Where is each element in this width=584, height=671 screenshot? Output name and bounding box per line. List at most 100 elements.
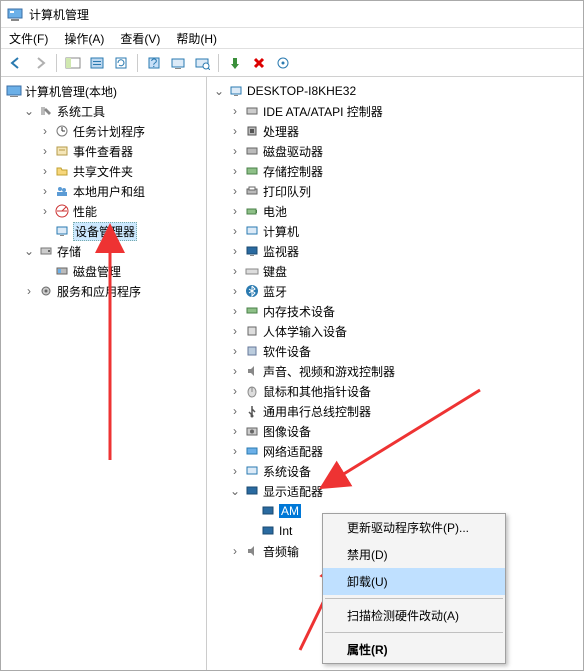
enable-button[interactable] — [224, 52, 246, 74]
cat-print[interactable]: ›打印队列 — [207, 181, 583, 201]
tree-local-users[interactable]: › 本地用户和组 — [1, 181, 206, 201]
cat-sound[interactable]: ›声音、视频和游戏控制器 — [207, 361, 583, 381]
cat-ide[interactable]: ›IDE ATA/ATAPI 控制器 — [207, 101, 583, 121]
chevron-right-icon[interactable]: › — [37, 204, 53, 218]
ctx-update-driver[interactable]: 更新驱动程序软件(P)... — [323, 514, 505, 541]
hid-icon — [243, 323, 261, 339]
separator — [137, 54, 138, 72]
computer-icon — [227, 83, 245, 99]
titlebar: 计算机管理 — [1, 1, 583, 27]
chevron-down-icon[interactable]: ⌄ — [211, 84, 227, 98]
cpu-icon — [243, 123, 261, 139]
cat-computer[interactable]: ›计算机 — [207, 221, 583, 241]
storage-ctrl-icon — [243, 163, 261, 179]
separator — [218, 54, 219, 72]
camera-icon — [243, 423, 261, 439]
tree-performance[interactable]: › 性能 — [1, 201, 206, 221]
menubar: 文件(F) 操作(A) 查看(V) 帮助(H) — [1, 27, 583, 49]
view-devices-button[interactable] — [167, 52, 189, 74]
properties-button[interactable] — [86, 52, 108, 74]
cat-sysdev[interactable]: ›系统设备 — [207, 461, 583, 481]
printer-icon — [243, 183, 261, 199]
speaker-icon — [243, 363, 261, 379]
tree-shared-folders[interactable]: › 共享文件夹 — [1, 161, 206, 181]
ctx-disable[interactable]: 禁用(D) — [323, 541, 505, 568]
cat-mouse[interactable]: ›鼠标和其他指针设备 — [207, 381, 583, 401]
usb-icon — [243, 403, 261, 419]
cat-display[interactable]: ⌄显示适配器 — [207, 481, 583, 501]
display-adapter-icon — [259, 523, 277, 539]
menu-help[interactable]: 帮助(H) — [168, 30, 225, 47]
tree-task-scheduler[interactable]: › 任务计划程序 — [1, 121, 206, 141]
menu-view[interactable]: 查看(V) — [112, 30, 168, 47]
ctx-scan[interactable]: 扫描检测硬件改动(A) — [323, 602, 505, 629]
chevron-right-icon[interactable]: › — [37, 164, 53, 178]
cat-disk[interactable]: ›磁盘驱动器 — [207, 141, 583, 161]
memory-icon — [243, 303, 261, 319]
menu-action[interactable]: 操作(A) — [56, 30, 112, 47]
ctx-properties[interactable]: 属性(R) — [323, 636, 505, 663]
cat-memory[interactable]: ›内存技术设备 — [207, 301, 583, 321]
tree-storage[interactable]: ⌄ 存储 — [1, 241, 206, 261]
chevron-down-icon[interactable]: ⌄ — [227, 484, 243, 498]
bluetooth-icon — [243, 283, 261, 299]
uninstall-button[interactable] — [248, 52, 270, 74]
cat-network[interactable]: ›网络适配器 — [207, 441, 583, 461]
ctx-uninstall[interactable]: 卸载(U) — [323, 568, 505, 595]
cat-storage[interactable]: ›存储控制器 — [207, 161, 583, 181]
chevron-right-icon[interactable]: › — [37, 184, 53, 198]
help-button[interactable]: ? — [143, 52, 165, 74]
battery-icon — [243, 203, 261, 219]
forward-button[interactable] — [29, 52, 51, 74]
device-manager-icon — [53, 223, 71, 239]
storage-icon — [37, 243, 55, 259]
chevron-right-icon[interactable]: › — [37, 144, 53, 158]
tree-services-apps[interactable]: › 服务和应用程序 — [1, 281, 206, 301]
performance-icon — [53, 203, 71, 219]
cat-bluetooth[interactable]: ›蓝牙 — [207, 281, 583, 301]
folder-icon — [53, 163, 71, 179]
refresh-button[interactable] — [110, 52, 132, 74]
context-menu: 更新驱动程序软件(P)... 禁用(D) 卸载(U) 扫描检测硬件改动(A) 属… — [322, 513, 506, 664]
back-button[interactable] — [5, 52, 27, 74]
chevron-down-icon[interactable]: ⌄ — [21, 244, 37, 258]
tools-icon — [37, 103, 55, 119]
tree-device-manager[interactable]: 设备管理器 — [1, 221, 206, 241]
app-icon — [7, 6, 23, 22]
chevron-right-icon[interactable]: › — [21, 284, 37, 298]
network-icon — [243, 443, 261, 459]
cat-keyboard[interactable]: ›键盘 — [207, 261, 583, 281]
separator — [325, 632, 503, 633]
cat-hid[interactable]: ›人体学输入设备 — [207, 321, 583, 341]
cat-monitor[interactable]: ›监视器 — [207, 241, 583, 261]
tree-event-viewer[interactable]: › 事件查看器 — [1, 141, 206, 161]
display-adapter-icon — [259, 503, 277, 519]
cat-cpu[interactable]: ›处理器 — [207, 121, 583, 141]
tree-system-tools[interactable]: ⌄ 系统工具 — [1, 101, 206, 121]
show-hide-tree-button[interactable] — [62, 52, 84, 74]
device-host[interactable]: ⌄ DESKTOP-I8KHE32 — [207, 81, 583, 101]
svg-text:?: ? — [151, 56, 158, 70]
mouse-icon — [243, 383, 261, 399]
menu-file[interactable]: 文件(F) — [1, 30, 56, 47]
ide-icon — [243, 103, 261, 119]
display-adapter-icon — [243, 483, 261, 499]
chevron-down-icon[interactable]: ⌄ — [21, 104, 37, 118]
update-driver-button[interactable] — [272, 52, 294, 74]
cat-usb[interactable]: ›通用串行总线控制器 — [207, 401, 583, 421]
separator — [56, 54, 57, 72]
cat-software[interactable]: ›软件设备 — [207, 341, 583, 361]
cat-image[interactable]: ›图像设备 — [207, 421, 583, 441]
tree-disk-mgmt[interactable]: 磁盘管理 — [1, 261, 206, 281]
sysdev-icon — [243, 463, 261, 479]
scan-hardware-button[interactable] — [191, 52, 213, 74]
event-icon — [53, 143, 71, 159]
keyboard-icon — [243, 263, 261, 279]
tree-root[interactable]: 计算机管理(本地) — [1, 81, 206, 101]
monitor-icon — [243, 243, 261, 259]
left-tree[interactable]: 计算机管理(本地) ⌄ 系统工具 › 任务计划程序 › 事件查看器 › 共享文件… — [1, 77, 207, 670]
cat-battery[interactable]: ›电池 — [207, 201, 583, 221]
chevron-right-icon[interactable]: › — [37, 124, 53, 138]
computer-management-icon — [5, 83, 23, 99]
computer-icon — [243, 223, 261, 239]
